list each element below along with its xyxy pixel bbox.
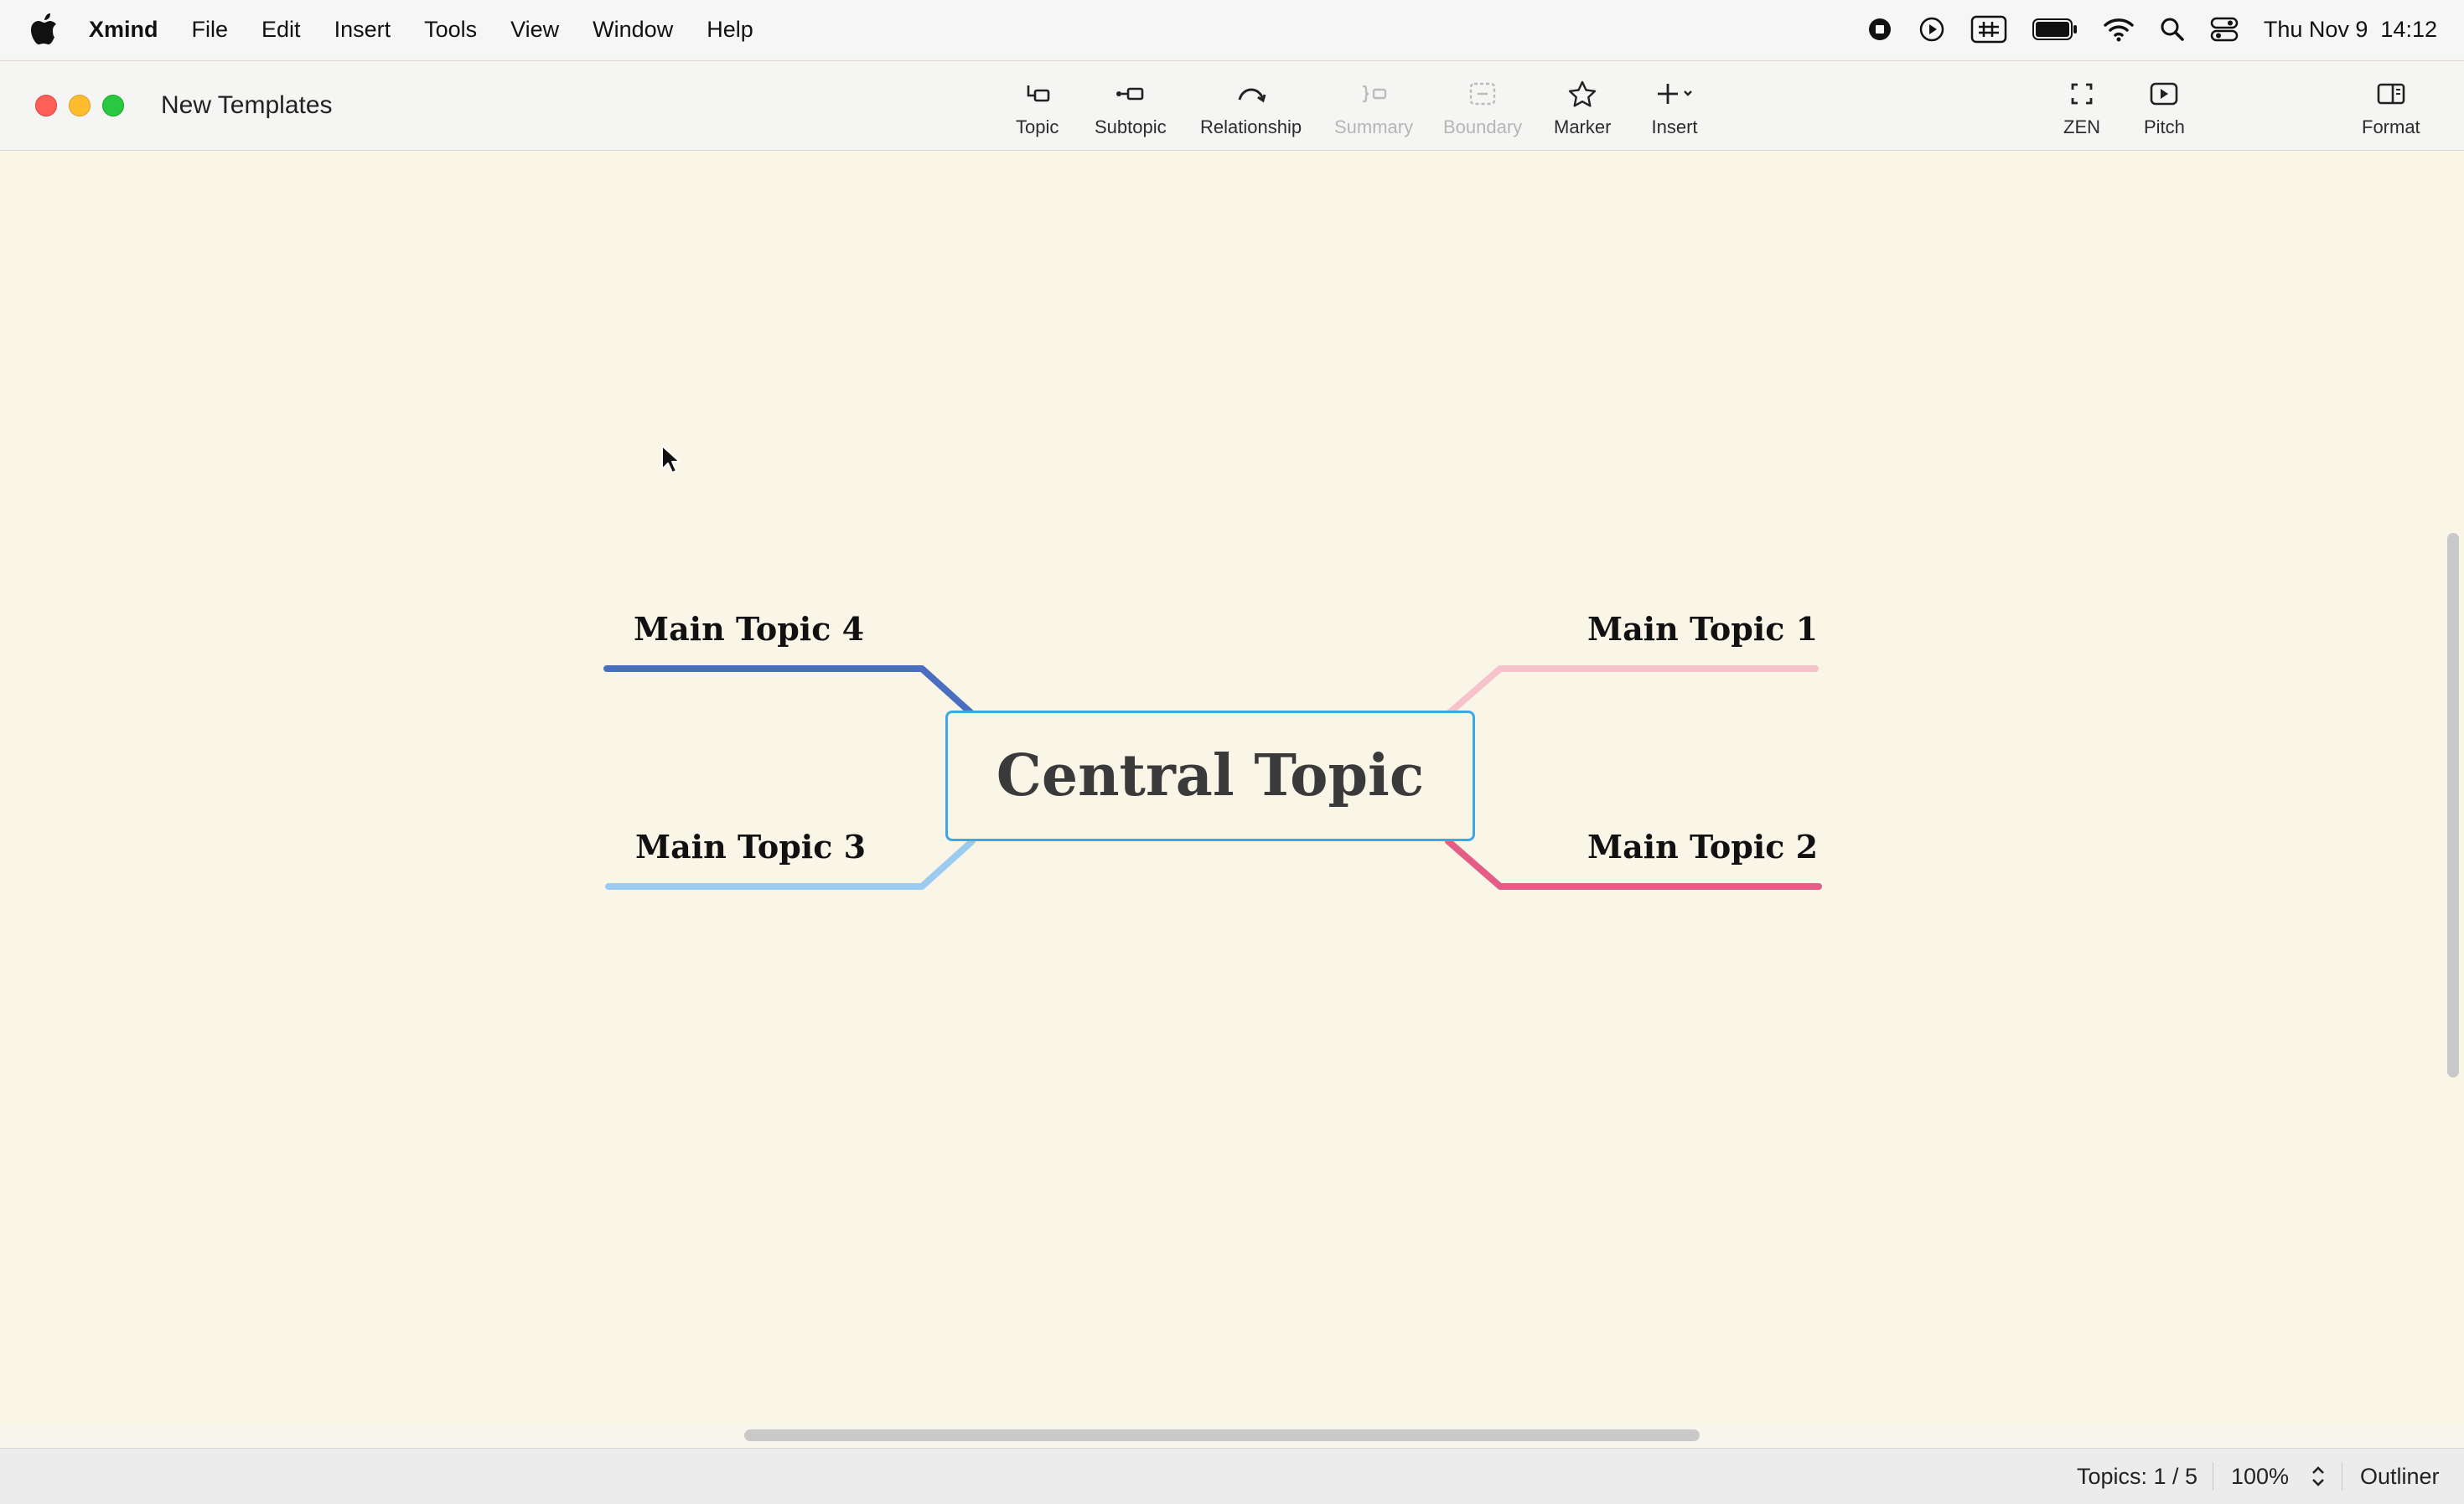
format-button[interactable]: Format xyxy=(2362,80,2420,138)
zen-label: ZEN xyxy=(2063,116,2100,137)
zoom-stepper-icon[interactable] xyxy=(2310,1464,2327,1489)
boundary-label: Boundary xyxy=(1443,116,1523,137)
play-icon[interactable] xyxy=(1918,16,1945,43)
battery-icon[interactable] xyxy=(2032,18,2078,41)
summary-icon xyxy=(1363,85,1387,103)
subtopic-label: Subtopic xyxy=(1095,116,1167,137)
spotlight-icon[interactable] xyxy=(2160,17,2185,42)
topic-button[interactable]: Topic xyxy=(1016,80,1059,138)
sidebar-panel-icon xyxy=(2377,83,2405,105)
outliner-button[interactable]: Outliner xyxy=(2360,1464,2440,1490)
document-title: New Templates xyxy=(161,91,333,119)
plus-chevron-icon xyxy=(1658,84,1692,104)
menu-file[interactable]: File xyxy=(192,17,229,43)
window-toolbar: New Templates Topic Subtopic Relationshi… xyxy=(0,60,2464,151)
vertical-scrollbar[interactable] xyxy=(2447,533,2459,1078)
branch-line-main-topic-1 xyxy=(1445,665,1819,717)
mouse-pointer-icon xyxy=(661,445,681,473)
apple-icon[interactable] xyxy=(30,13,59,45)
marker-label: Marker xyxy=(1554,116,1612,137)
pitch-icon xyxy=(2151,82,2178,106)
main-topic-4[interactable]: Main Topic 4 xyxy=(634,610,864,648)
star-icon xyxy=(1569,80,1597,107)
summary-button[interactable]: Summary xyxy=(1334,80,1413,138)
pitch-label: Pitch xyxy=(2144,116,2185,137)
pitch-button[interactable]: Pitch xyxy=(2144,80,2185,138)
branch-line-main-topic-4 xyxy=(603,665,976,717)
marker-button[interactable]: Marker xyxy=(1554,80,1611,138)
main-topic-1[interactable]: Main Topic 1 xyxy=(1587,610,1818,648)
central-topic[interactable]: Central Topic xyxy=(945,711,1475,841)
status-bar: Topics: 1 / 5 100% Outliner xyxy=(0,1448,2464,1504)
boundary-icon xyxy=(1469,82,1496,106)
relationship-icon xyxy=(1238,88,1266,103)
insert-label: Insert xyxy=(1651,116,1698,137)
menu-tools[interactable]: Tools xyxy=(424,17,477,43)
fullscreen-icon xyxy=(2071,83,2093,105)
menu-clock[interactable]: Thu Nov 9 14:12 xyxy=(2264,17,2437,43)
insert-button[interactable]: Insert xyxy=(1648,80,1701,138)
format-label: Format xyxy=(2362,116,2420,137)
main-topic-2[interactable]: Main Topic 2 xyxy=(1587,828,1818,866)
menu-help[interactable]: Help xyxy=(707,17,753,43)
menu-view[interactable]: View xyxy=(510,17,559,43)
close-window-button[interactable] xyxy=(35,95,57,116)
topics-count: Topics: 1 / 5 xyxy=(2077,1464,2198,1489)
menu-bar: Xmind File Edit Insert Tools View Window… xyxy=(0,0,2464,59)
control-center-icon[interactable] xyxy=(2210,17,2239,42)
record-icon[interactable] xyxy=(1866,16,1893,43)
subtopic-icon xyxy=(1116,87,1144,101)
relationship-button[interactable]: Relationship xyxy=(1200,80,1302,138)
mindmap-canvas[interactable]: Main Topic 1 Main Topic 2 Main Topic 3 M… xyxy=(0,151,2441,1424)
horizontal-scrollbar[interactable] xyxy=(744,1429,1700,1441)
menu-window[interactable]: Window xyxy=(593,17,673,43)
relationship-label: Relationship xyxy=(1200,116,1302,137)
topic-icon xyxy=(1027,85,1049,102)
minimize-window-button[interactable] xyxy=(69,95,91,116)
zoom-level[interactable]: 100% xyxy=(2231,1464,2289,1490)
main-topic-3[interactable]: Main Topic 3 xyxy=(635,828,866,866)
subtopic-button[interactable]: Subtopic xyxy=(1095,80,1167,138)
summary-label: Summary xyxy=(1334,116,1414,137)
wifi-icon[interactable] xyxy=(2103,17,2135,42)
app-menu[interactable]: Xmind xyxy=(89,17,158,43)
menu-edit[interactable]: Edit xyxy=(261,17,301,43)
topic-label: Topic xyxy=(1016,116,1059,137)
zen-button[interactable]: ZEN xyxy=(2063,80,2100,138)
zoom-window-button[interactable] xyxy=(102,95,124,116)
boundary-button[interactable]: Boundary xyxy=(1443,80,1522,138)
menu-insert[interactable]: Insert xyxy=(334,17,391,43)
input-method-icon[interactable] xyxy=(1970,15,2007,44)
